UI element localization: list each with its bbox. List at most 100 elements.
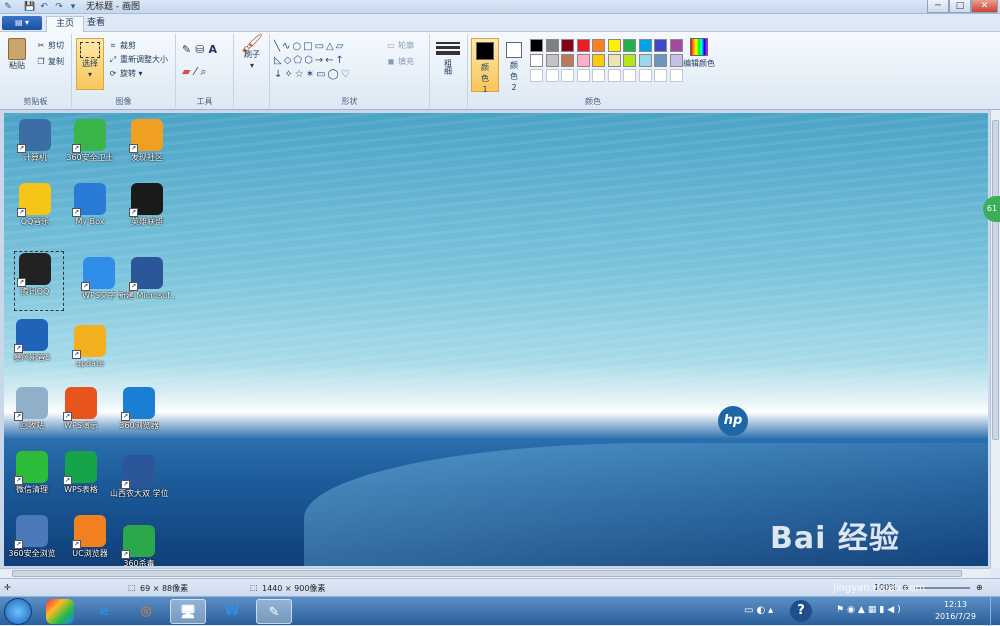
color-swatch[interactable] bbox=[545, 39, 559, 52]
canvas-image[interactable]: hp ↗ 计算机 ↗ 360安全卫士 ↗ 发现社区 ↗ QQ音乐 ↗ My Box ↗ 英雄联盟 ↗ 腾讯… bbox=[4, 113, 988, 566]
desktop-icon[interactable]: ↗ WPS表格 bbox=[52, 451, 110, 495]
color-swatch[interactable] bbox=[592, 54, 605, 67]
shapes-row-1: ╲∿○□▭△▱ bbox=[274, 41, 346, 52]
color-swatch[interactable] bbox=[592, 39, 605, 52]
color-swatch[interactable] bbox=[654, 39, 667, 52]
color-swatch[interactable] bbox=[623, 69, 636, 82]
color-swatch[interactable] bbox=[545, 54, 559, 67]
maximize-button[interactable]: □ bbox=[949, 0, 971, 13]
edit-colors-button[interactable]: 编辑颜色 bbox=[682, 38, 716, 69]
start-button[interactable] bbox=[4, 598, 32, 625]
outline-button[interactable]: ▭ 轮廓 bbox=[386, 40, 414, 51]
color-swatch[interactable] bbox=[607, 39, 621, 52]
taskbar-app-icon[interactable] bbox=[46, 599, 74, 624]
clock[interactable]: 12:13 2016/7/29 bbox=[935, 599, 976, 623]
customize-toolbar-icon[interactable]: ▾ bbox=[67, 1, 79, 13]
color-swatch[interactable] bbox=[592, 69, 605, 82]
color1-button[interactable]: 颜色 1 bbox=[471, 38, 499, 94]
color-swatch[interactable] bbox=[576, 39, 590, 52]
select-button[interactable]: 选择 ▾ bbox=[76, 38, 104, 90]
tab-view[interactable]: 查看 bbox=[78, 16, 114, 32]
tools-group-label: 工具 bbox=[196, 97, 213, 106]
tray-icons[interactable]: ⚑◉▲▦▮◀) bbox=[836, 605, 904, 615]
color-swatch[interactable] bbox=[638, 54, 652, 67]
desktop-icon[interactable]: ↗ My Box bbox=[61, 183, 119, 227]
app-icon: ↗ bbox=[63, 387, 97, 421]
color-swatch[interactable] bbox=[530, 69, 543, 82]
color-swatch[interactable] bbox=[623, 39, 636, 52]
paint-taskbar-icon[interactable]: 🖥 bbox=[170, 599, 206, 624]
brush-button[interactable]: 🖌 刷子 ▾ bbox=[239, 35, 265, 71]
file-menu-button[interactable]: ▤ ▾ bbox=[2, 16, 42, 30]
desktop-icon[interactable]: ↗ 360安全浏览 bbox=[4, 515, 61, 559]
color-swatch[interactable] bbox=[638, 69, 652, 82]
save-icon[interactable]: 💾 bbox=[24, 1, 36, 13]
redo-icon[interactable]: ↷ bbox=[53, 1, 65, 13]
wps-taskbar-icon[interactable]: W bbox=[214, 599, 250, 624]
undo-icon[interactable]: ↶ bbox=[38, 1, 50, 13]
minimize-button[interactable]: ─ bbox=[927, 0, 949, 13]
paint-app-icon[interactable]: ✎ bbox=[2, 1, 14, 13]
color-swatch[interactable] bbox=[530, 54, 543, 67]
zoom-in-button[interactable]: ⊕ bbox=[976, 583, 983, 592]
color-swatch[interactable] bbox=[561, 54, 574, 67]
help-icon[interactable]: ? bbox=[790, 600, 812, 622]
paint-app-taskbar-icon[interactable]: ✎ bbox=[256, 599, 292, 624]
rotate-button[interactable]: ⟳ 旋转 ▾ bbox=[108, 68, 143, 79]
color-swatch[interactable] bbox=[561, 69, 574, 82]
canvas-size-icon: ⬚ bbox=[250, 583, 258, 592]
horizontal-scroll-thumb[interactable] bbox=[12, 570, 962, 577]
color-swatch[interactable] bbox=[576, 54, 590, 67]
desktop-icon[interactable]: ↗ WPS演示 bbox=[52, 387, 110, 431]
app-icon: ↗ bbox=[17, 119, 51, 153]
paste-button[interactable]: 粘贴 bbox=[6, 38, 28, 71]
desktop-icon[interactable]: ↗ 360浏览器 bbox=[110, 387, 168, 431]
color-swatch[interactable] bbox=[654, 69, 667, 82]
vertical-scroll-thumb[interactable] bbox=[992, 120, 999, 440]
color2-button[interactable]: 颜色 2 bbox=[502, 38, 526, 92]
desktop-icon[interactable]: ↗山西农大双 学位金融... bbox=[110, 455, 168, 499]
color-swatch[interactable] bbox=[669, 69, 683, 82]
desktop-icon[interactable]: ↗ 360安全卫士 bbox=[61, 119, 119, 163]
color-swatch[interactable] bbox=[669, 39, 683, 52]
pencil-icon[interactable]: ✎ bbox=[182, 43, 195, 56]
color-swatch[interactable] bbox=[654, 54, 667, 67]
show-desktop-button[interactable] bbox=[990, 597, 1000, 626]
desktop-icon[interactable]: ↗ 新建 Microsof... bbox=[118, 257, 176, 301]
resize-button[interactable]: ⤢ 重新调整大小 bbox=[108, 54, 168, 65]
text-icon[interactable]: A bbox=[208, 43, 221, 56]
color-swatch[interactable] bbox=[638, 39, 652, 52]
color-swatch[interactable] bbox=[561, 39, 574, 52]
color-swatch[interactable] bbox=[669, 54, 683, 67]
color-swatch[interactable] bbox=[607, 54, 621, 67]
uc-browser-icon[interactable]: ◎ bbox=[128, 599, 164, 624]
color-swatch[interactable] bbox=[607, 69, 621, 82]
color-swatch[interactable] bbox=[576, 69, 590, 82]
close-button[interactable]: ✕ bbox=[971, 0, 998, 13]
vertical-scrollbar[interactable]: 61 bbox=[983, 110, 1000, 568]
shapes-gallery[interactable]: ╲∿○□▭△▱ ◺◇⬠⬡→←↑ ↓✧☆✶▭◯♡ bbox=[274, 40, 352, 82]
selection-rectangle[interactable] bbox=[14, 251, 64, 311]
desktop-icon[interactable]: ↗ 360杀毒 bbox=[110, 525, 168, 566]
desktop-icon[interactable]: ↗ 暴风影音5 bbox=[4, 319, 61, 363]
size-line-icon bbox=[436, 46, 460, 49]
color-swatch[interactable] bbox=[530, 39, 543, 52]
magnifier-icon[interactable]: ⌕ bbox=[200, 65, 210, 78]
copy-button[interactable]: ❐ 复制 bbox=[36, 56, 64, 67]
ie-browser-icon[interactable]: e bbox=[86, 599, 122, 624]
crop-button[interactable]: ⌗ 裁剪 bbox=[108, 40, 136, 51]
size-button[interactable]: 粗细 bbox=[436, 40, 460, 75]
fill-bucket-icon[interactable]: ⛁ bbox=[195, 43, 208, 56]
eraser-icon[interactable]: ▰ bbox=[182, 65, 194, 78]
desktop-icon[interactable]: ↗ 英雄联盟 bbox=[118, 183, 176, 227]
cut-button[interactable]: ✂ 剪切 bbox=[36, 40, 64, 51]
desktop-icon[interactable]: ↗ QQ音乐 bbox=[6, 183, 64, 227]
desktop-icon[interactable]: ↗ update bbox=[61, 325, 119, 369]
color-swatch[interactable] bbox=[623, 54, 636, 67]
desktop-icon[interactable]: ↗ 发现社区 bbox=[118, 119, 176, 163]
color-swatch[interactable] bbox=[545, 69, 559, 82]
fill-button[interactable]: ◼ 填充 bbox=[386, 56, 414, 67]
horizontal-scrollbar[interactable] bbox=[0, 568, 990, 578]
system-tray[interactable]: ▭◐▴ bbox=[744, 605, 776, 616]
desktop-icon[interactable]: ↗ 计算机 bbox=[6, 119, 64, 163]
